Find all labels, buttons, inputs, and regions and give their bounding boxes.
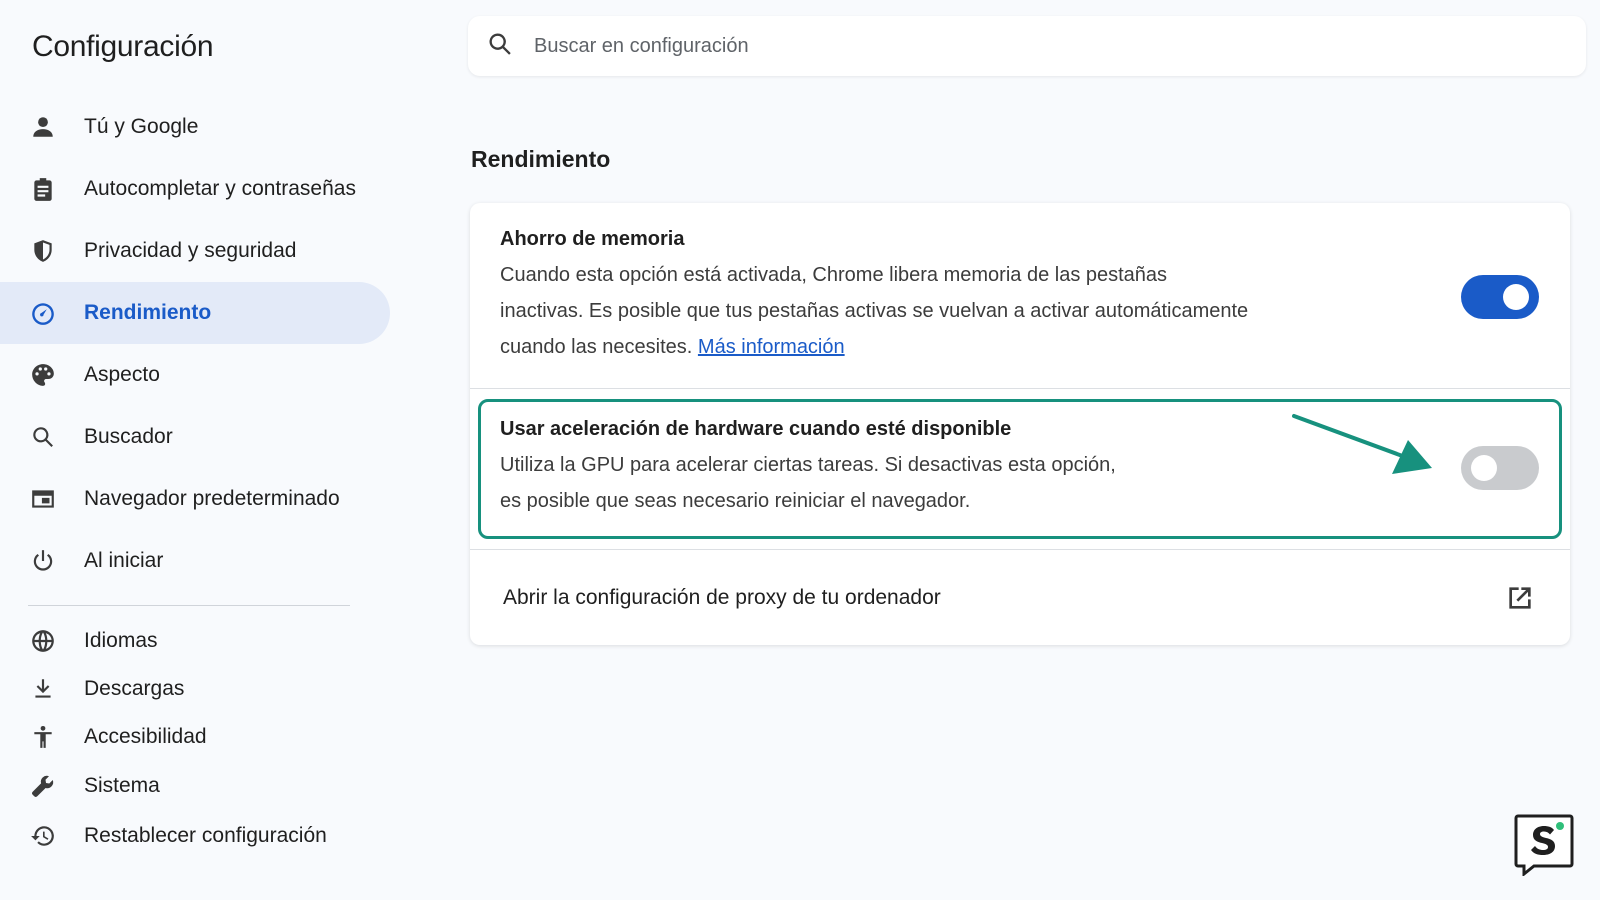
sidebar-item-label: Autocompletar y contraseñas — [84, 177, 356, 200]
person-icon — [28, 112, 58, 142]
search-input[interactable] — [534, 34, 1434, 58]
sidebar-item-label: Privacidad y seguridad — [84, 239, 297, 262]
memory-saver-title: Ahorro de memoria — [500, 228, 685, 250]
brand-logo-icon — [1514, 814, 1574, 876]
history-icon — [28, 821, 58, 851]
sidebar-item-label: Tú y Google — [84, 115, 199, 138]
speedometer-icon — [28, 298, 58, 328]
memory-saver-toggle[interactable] — [1461, 275, 1539, 319]
memory-saver-desc-prefix: cuando las necesites. — [500, 336, 693, 358]
settings-app: Configuración Tú y Google Autocompletar … — [0, 0, 1600, 900]
proxy-settings-label[interactable]: Abrir la configuración de proxy de tu or… — [503, 586, 941, 610]
hardware-acceleration-description: Utiliza la GPU para acelerar ciertas tar… — [500, 447, 1300, 519]
toggle-knob — [1471, 455, 1497, 481]
hardware-acceleration-desc-line: es posible que seas necesario reiniciar … — [500, 490, 971, 512]
search-icon — [28, 422, 58, 452]
hardware-acceleration-title: Usar aceleración de hardware cuando esté… — [500, 418, 1012, 440]
search-bar[interactable] — [468, 16, 1586, 76]
sidebar-divider — [28, 605, 350, 606]
sidebar-item-system[interactable]: Sistema — [0, 762, 390, 810]
sidebar-item-label: Navegador predeterminado — [84, 487, 340, 510]
sidebar-item-default-browser[interactable]: Navegador predeterminado — [0, 468, 390, 530]
accessibility-icon — [28, 722, 58, 752]
toggle-knob — [1503, 284, 1529, 310]
app-title: Configuración — [32, 30, 214, 63]
performance-card: Ahorro de memoria Cuando esta opción est… — [470, 203, 1570, 645]
memory-saver-desc-line: cuando las necesites. Más información — [500, 329, 1300, 365]
sidebar-item-label: Rendimiento — [84, 301, 212, 324]
sidebar-item-appearance[interactable]: Aspecto — [0, 344, 390, 406]
sidebar-item-downloads[interactable]: Descargas — [0, 665, 390, 713]
globe-icon — [28, 626, 58, 656]
sidebar-item-search-engine[interactable]: Buscador — [0, 406, 390, 468]
memory-saver-row: Ahorro de memoria Cuando esta opción est… — [500, 228, 1300, 365]
sidebar-item-languages[interactable]: Idiomas — [0, 617, 390, 665]
sidebar-item-autofill[interactable]: Autocompletar y contraseñas — [0, 158, 390, 220]
power-icon — [28, 546, 58, 576]
sidebar-item-performance[interactable]: Rendimiento — [0, 282, 390, 344]
clipboard-icon — [28, 174, 58, 204]
more-info-link[interactable]: Más información — [698, 336, 845, 358]
row-divider — [470, 388, 1570, 389]
sidebar-item-you-and-google[interactable]: Tú y Google — [0, 96, 390, 158]
sidebar-item-reset[interactable]: Restablecer configuración — [0, 812, 390, 860]
sidebar-item-on-startup[interactable]: Al iniciar — [0, 530, 390, 592]
sidebar-item-label: Accesibilidad — [84, 725, 207, 748]
search-icon — [486, 30, 514, 63]
sidebar-item-label: Al iniciar — [84, 549, 164, 572]
hardware-acceleration-row: Usar aceleración de hardware cuando esté… — [500, 418, 1300, 519]
hardware-acceleration-toggle[interactable] — [1461, 446, 1539, 490]
sidebar-item-accessibility[interactable]: Accesibilidad — [0, 713, 390, 761]
sidebar-item-label: Restablecer configuración — [84, 824, 327, 847]
download-icon — [28, 674, 58, 704]
hardware-acceleration-desc-line: Utiliza la GPU para acelerar ciertas tar… — [500, 454, 1116, 476]
sidebar-item-label: Idiomas — [84, 629, 158, 652]
browser-window-icon — [28, 484, 58, 514]
shield-icon — [28, 236, 58, 266]
sidebar-item-privacy[interactable]: Privacidad y seguridad — [0, 220, 390, 282]
row-divider — [470, 549, 1570, 550]
memory-saver-desc-line: Cuando esta opción está activada, Chrome… — [500, 264, 1168, 286]
sidebar: Configuración Tú y Google Autocompletar … — [0, 0, 400, 900]
palette-icon — [28, 360, 58, 390]
sidebar-item-label: Sistema — [84, 774, 160, 797]
section-title: Rendimiento — [471, 146, 611, 172]
external-link-icon[interactable] — [1504, 582, 1536, 614]
memory-saver-desc-line: inactivas. Es posible que tus pestañas a… — [500, 300, 1249, 322]
wrench-icon — [28, 771, 58, 801]
sidebar-item-label: Aspecto — [84, 363, 160, 386]
memory-saver-description: Cuando esta opción está activada, Chrome… — [500, 257, 1300, 365]
sidebar-item-label: Buscador — [84, 425, 173, 448]
sidebar-item-label: Descargas — [84, 677, 185, 700]
